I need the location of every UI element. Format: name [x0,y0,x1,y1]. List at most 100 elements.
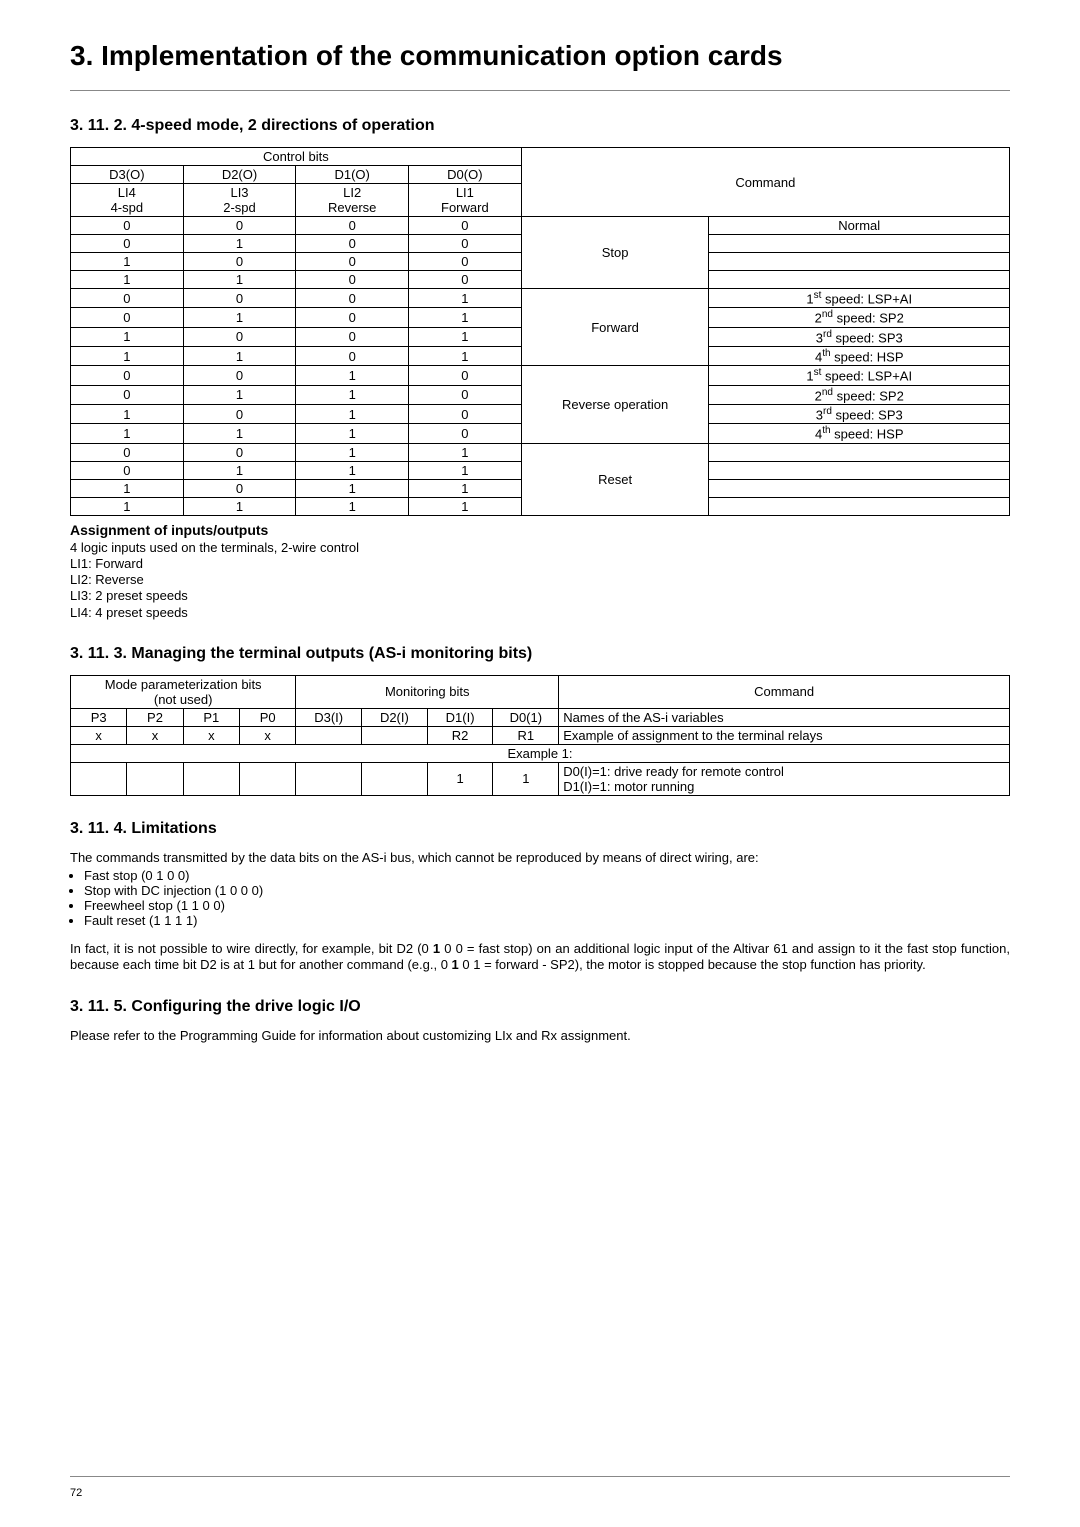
hdr-cell: LI32-spd [183,184,296,217]
cell [709,443,1010,461]
cell: 3rd speed: SP3 [709,404,1010,423]
cell: x [183,726,239,744]
hdr-command: Command [521,148,1009,217]
divider [70,90,1010,91]
hdr-d0o: D0(O) [409,166,522,184]
table-row: 0001Forward1st speed: LSP+AI [71,289,1010,308]
section-3-11-2: 3. 11. 2. 4-speed mode, 2 directions of … [70,117,1010,621]
limitations-para: In fact, it is not possible to wire dire… [70,941,1010,974]
cell: 1 [71,424,184,443]
cell: 0 [71,385,184,404]
cell: 0 [71,443,184,461]
list-item: Stop with DC injection (1 0 0 0) [84,883,1010,898]
cell: 0 [296,346,409,365]
hdr-d2o: D2(O) [183,166,296,184]
cell: D0(1) [493,708,559,726]
cell: 0 [296,271,409,289]
cell: D3(I) [296,708,362,726]
cell: 1 [427,762,493,795]
limitations-intro: The commands transmitted by the data bit… [70,850,1010,866]
cell: D0(I)=1: drive ready for remote control … [559,762,1010,795]
limitations-list: Fast stop (0 1 0 0) Stop with DC injecti… [70,868,1010,928]
cell: 0 [183,404,296,423]
table-row: 0011Reset [71,443,1010,461]
cell: P3 [71,708,127,726]
cell: 1 [183,235,296,253]
cell: 1 [71,404,184,423]
cell: R2 [427,726,493,744]
hdr-cell: LI2Reverse [296,184,409,217]
cell: R1 [493,726,559,744]
cell: 1 [409,327,522,346]
config-para: Please refer to the Programming Guide fo… [70,1028,1010,1044]
cell: 0 [296,308,409,327]
hdr-d3o: D3(O) [71,166,184,184]
group-label-cell: Stop [521,217,709,289]
cell: P1 [183,708,239,726]
section-title: 3. 11. 5. Configuring the drive logic I/… [70,998,1010,1016]
cell [362,726,428,744]
table-row: 0010Reverse operation1st speed: LSP+AI [71,366,1010,385]
cell: 1 [409,497,522,515]
cell: 0 [71,366,184,385]
group-label-cell: Reverse operation [521,366,709,443]
cell [709,271,1010,289]
list-item: Fault reset (1 1 1 1) [84,913,1010,928]
page-title: 3. Implementation of the communication o… [70,40,1010,72]
table-monitoring: Mode parameterization bits (not used) Mo… [70,675,1010,796]
hdr-control-bits: Control bits [71,148,522,166]
cell: 0 [409,235,522,253]
cell: 0 [409,253,522,271]
cell: 0 [409,385,522,404]
cell: D1(I) [427,708,493,726]
cell: 1 [296,366,409,385]
cell: 0 [71,308,184,327]
cell [296,726,362,744]
hdr-cell: LI1Forward [409,184,522,217]
assign-line: LI2: Reverse [70,572,1010,588]
cell: 1 [183,346,296,365]
assign-line: 4 logic inputs used on the terminals, 2-… [70,540,1010,556]
assign-lines: 4 logic inputs used on the terminals, 2-… [70,540,1010,621]
cell: 1 [409,479,522,497]
section-3-11-4: 3. 11. 4. Limitations The commands trans… [70,820,1010,974]
cell: 1 [296,385,409,404]
assign-line: LI3: 2 preset speeds [70,588,1010,604]
cell: 1 [71,271,184,289]
cell: x [127,726,183,744]
cell [709,479,1010,497]
cell: x [71,726,127,744]
cell [183,762,239,795]
list-item: Freewheel stop (1 1 0 0) [84,898,1010,913]
cell [239,762,295,795]
cell: 1 [409,346,522,365]
cell: Names of the AS-i variables [559,708,1010,726]
cell: 1 [296,479,409,497]
cell [127,762,183,795]
cell: 0 [296,327,409,346]
assign-line: LI1: Forward [70,556,1010,572]
cell: 0 [71,235,184,253]
table-row: P3 P2 P1 P0 D3(I) D2(I) D1(I) D0(1) Name… [71,708,1010,726]
group-label-cell: Reset [521,443,709,515]
cell [362,762,428,795]
cell: 0 [296,235,409,253]
hdr-cell: LI44-spd [71,184,184,217]
cell: 1 [183,385,296,404]
example-label: Example 1: [71,744,1010,762]
hdr-command: Command [559,675,1010,708]
cell: 1 [71,327,184,346]
cell: 0 [409,366,522,385]
section-title: 3. 11. 3. Managing the terminal outputs … [70,645,1010,663]
section-title: 3. 11. 4. Limitations [70,820,1010,838]
cell: 0 [183,217,296,235]
table-row: Example 1: [71,744,1010,762]
cell: 2nd speed: SP2 [709,308,1010,327]
cell [296,762,362,795]
section-3-11-5: 3. 11. 5. Configuring the drive logic I/… [70,998,1010,1044]
section-title: 3. 11. 2. 4-speed mode, 2 directions of … [70,117,1010,135]
cell: 1 [183,461,296,479]
cell [709,235,1010,253]
cell: 0 [409,404,522,423]
hdr-mode: Mode parameterization bits (not used) [71,675,296,708]
